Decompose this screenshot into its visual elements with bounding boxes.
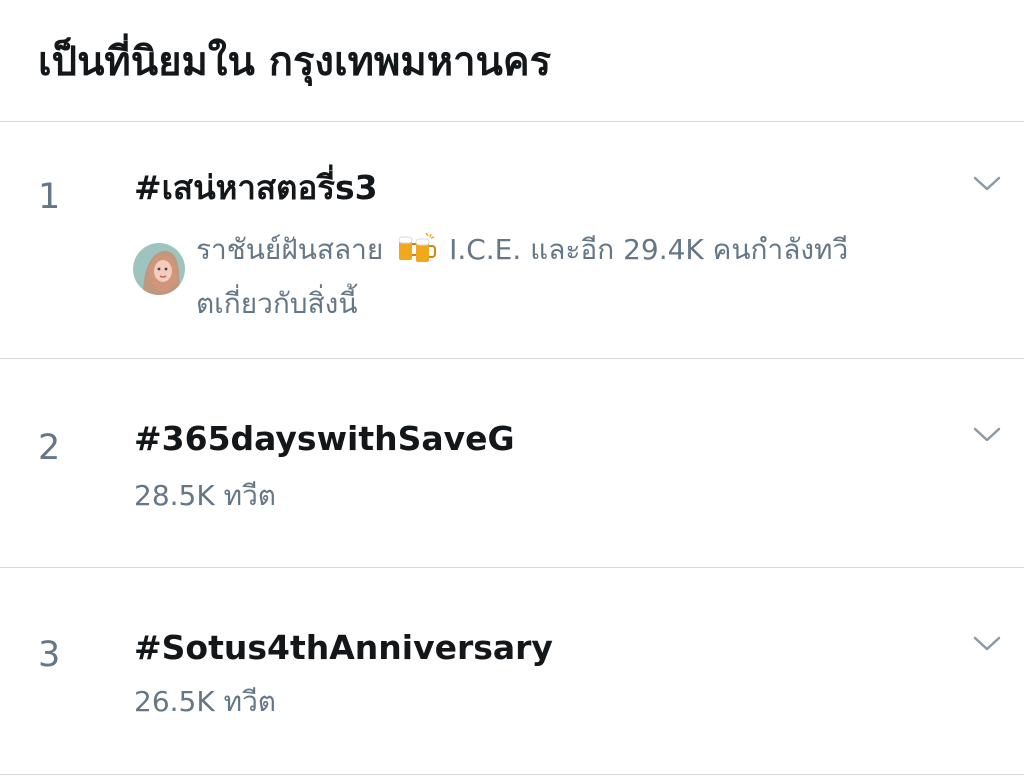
avatar[interactable] [133, 243, 185, 295]
trend-rank: 3 [38, 635, 61, 675]
chevron-down-icon[interactable] [972, 633, 1002, 655]
trend-rank: 2 [38, 428, 61, 468]
trend-context-line-2: ตเกี่ยวกับสิ่งนี้ [196, 287, 358, 320]
trend-tweet-count: 28.5K ทวีต [134, 479, 276, 512]
trend-hashtag[interactable]: #365dayswithSaveG [134, 416, 515, 462]
trend-hashtag[interactable]: #เสน่หาสตอรี่s3 [134, 165, 378, 211]
trend-item-1[interactable]: 1 #เสน่หาสตอรี่s3 ราชันย์ฝันสลาย I.C.E. [0, 123, 1024, 359]
context-user-2-and-more: I.C.E. และอีก 29.4K คนกำลังทวี [449, 233, 849, 266]
trend-rank: 1 [38, 177, 61, 217]
trend-context-line-1: ราชันย์ฝันสลาย I.C.E. และอีก 29.4K คนกำล… [196, 223, 1006, 277]
chevron-down-icon[interactable] [972, 424, 1002, 446]
trend-hashtag[interactable]: #Sotus4thAnniversary [134, 625, 553, 671]
chevron-down-icon[interactable] [972, 173, 1002, 195]
avatar-image [133, 243, 185, 295]
context-user-1[interactable]: ราชันย์ฝันสลาย [196, 233, 383, 266]
trend-item-3[interactable]: 3 #Sotus4thAnniversary 26.5K ทวีต [0, 569, 1024, 775]
trends-header: เป็นที่นิยมใน กรุงเทพมหานคร [0, 0, 1024, 122]
trend-social-context: ราชันย์ฝันสลาย I.C.E. และอีก 29.4K คนกำล… [196, 223, 1006, 331]
trend-item-2[interactable]: 2 #365dayswithSaveG 28.5K ทวีต [0, 360, 1024, 568]
page-title: เป็นที่นิยมใน กรุงเทพมหานคร [38, 39, 552, 85]
beer-mugs-icon [396, 229, 437, 263]
trend-tweet-count: 26.5K ทวีต [134, 685, 276, 718]
